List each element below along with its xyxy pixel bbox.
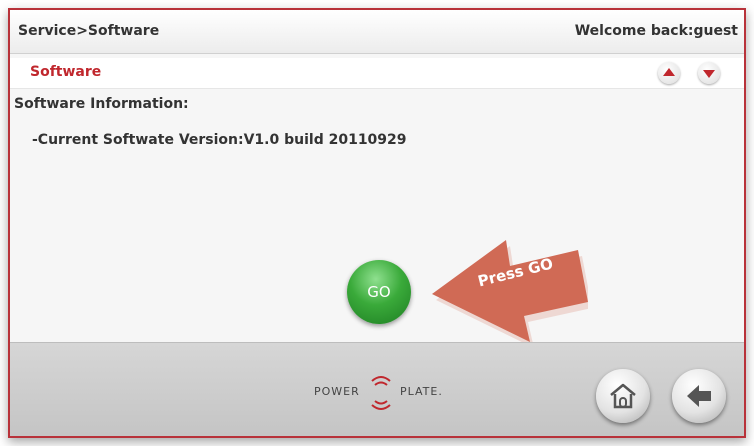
section-title: Software (30, 64, 102, 80)
logo-mark-icon (371, 376, 391, 410)
footer-bar: POWER PLATE. (10, 342, 744, 436)
main-content: Software Software Information: -Current … (10, 54, 744, 348)
back-icon (687, 385, 711, 407)
arrow-up-icon (663, 68, 675, 76)
scroll-up-button[interactable] (658, 62, 680, 84)
logo-text-power: POWER (314, 385, 360, 398)
arrow-down-icon (703, 70, 715, 78)
back-button[interactable] (672, 369, 726, 423)
power-plate-logo: POWER PLATE. (304, 373, 474, 413)
home-button[interactable] (596, 369, 650, 423)
software-info-label: Software Information: (14, 96, 189, 112)
software-version-text: -Current Softwate Version:V1.0 build 201… (32, 132, 407, 148)
home-icon (610, 383, 636, 409)
header-bar: Service>Software Welcome back:guest (10, 10, 744, 54)
scroll-down-button[interactable] (698, 62, 720, 84)
welcome-text: Welcome back:guest (574, 23, 738, 39)
go-button[interactable]: GO (347, 260, 411, 324)
logo-text-plate: PLATE. (400, 385, 443, 398)
section-bar: Software (10, 58, 744, 89)
app-window: Service>Software Welcome back:guest Soft… (8, 8, 746, 438)
breadcrumb: Service>Software (18, 23, 160, 39)
